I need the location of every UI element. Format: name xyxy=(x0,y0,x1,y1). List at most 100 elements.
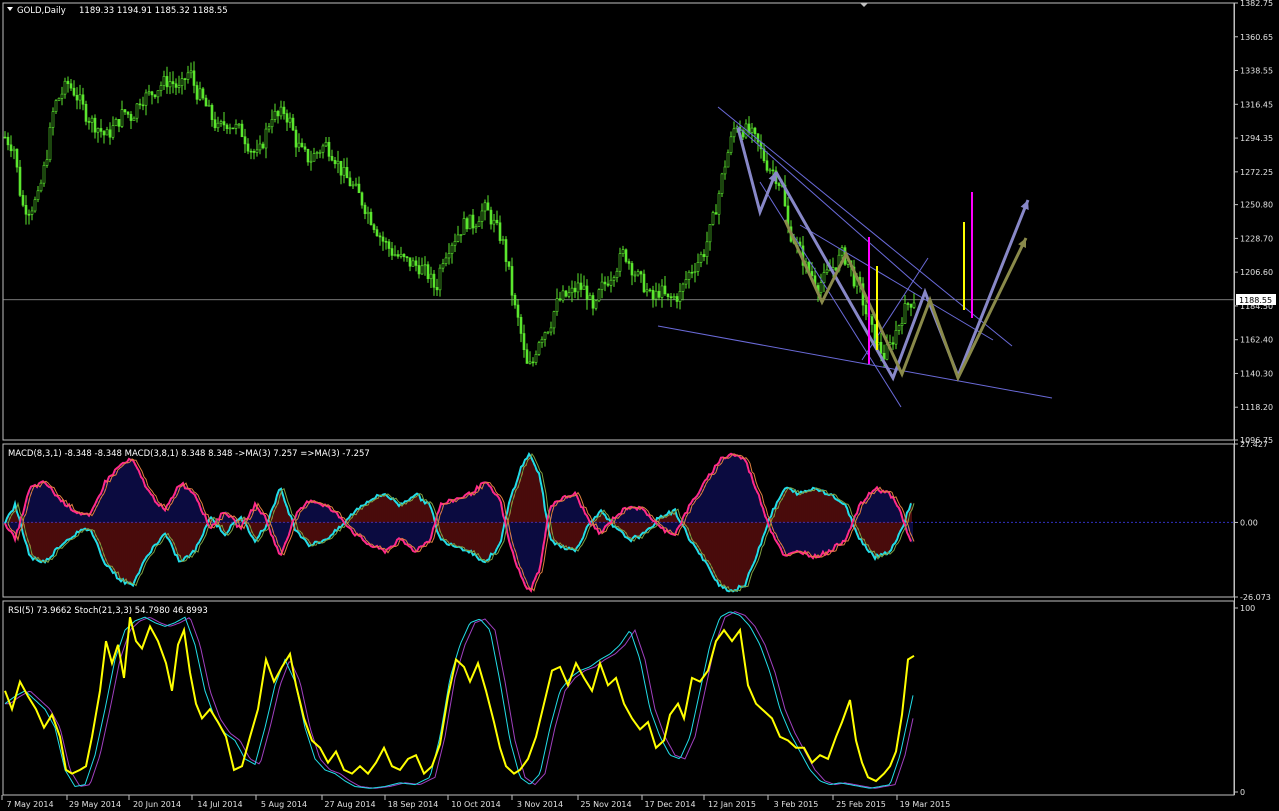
candle-body xyxy=(702,254,706,257)
candle-body xyxy=(456,234,460,242)
candle-body xyxy=(600,281,604,290)
candle-body xyxy=(558,298,562,301)
candle-body xyxy=(621,249,625,254)
candle-body xyxy=(522,333,526,351)
candle-body xyxy=(357,183,361,194)
candle-body xyxy=(114,118,118,127)
chart-canvas[interactable]: 1382.75 1360.65 1338.55 1316.45 1294.35 1272.… xyxy=(0,0,1279,811)
candle-body xyxy=(552,311,556,329)
candle-body xyxy=(453,241,457,246)
candle-body xyxy=(123,109,127,113)
candle-body xyxy=(255,149,259,153)
candle-body xyxy=(87,121,91,123)
shift-marker-icon[interactable] xyxy=(860,3,868,7)
candle-body xyxy=(213,119,217,129)
candle-body xyxy=(420,265,424,275)
candle-body xyxy=(24,204,28,215)
time-tick-label: 25 Nov 2014 xyxy=(580,800,631,809)
candle-body xyxy=(450,244,454,254)
candle-body xyxy=(471,214,475,229)
candle-body xyxy=(909,303,913,308)
candle-body xyxy=(144,92,148,106)
candle-body xyxy=(531,361,535,364)
ohlc-readout: 1189.33 1194.91 1185.32 1188.55 xyxy=(79,6,228,16)
candle-body xyxy=(285,113,289,123)
candle-body xyxy=(732,128,736,138)
candle-body xyxy=(615,270,619,278)
candle-body xyxy=(216,122,220,129)
candle-body xyxy=(333,160,337,165)
candle-body xyxy=(417,265,421,275)
candle-body xyxy=(165,76,169,88)
candle-body xyxy=(690,271,694,274)
candle-body xyxy=(864,304,868,315)
candle-body xyxy=(45,159,49,166)
candle-body xyxy=(912,302,916,308)
channel-lower-line[interactable] xyxy=(657,325,1053,399)
candle-body xyxy=(120,109,124,127)
price-tick-label: 1272.25 xyxy=(1240,168,1273,177)
candle-body xyxy=(372,224,376,230)
candle-body xyxy=(753,127,757,135)
candle-body xyxy=(483,202,487,212)
candle-body xyxy=(768,169,772,172)
candle-body xyxy=(822,272,826,283)
candle-body xyxy=(900,323,904,326)
panel-frame xyxy=(2,600,1235,796)
candle-body xyxy=(435,287,439,291)
candle-body xyxy=(189,70,193,74)
candle-body xyxy=(675,296,679,302)
macd-panel xyxy=(3,451,1234,593)
candle-body xyxy=(180,78,184,86)
candle-body xyxy=(90,117,94,123)
candle-body xyxy=(606,283,610,286)
candle-body xyxy=(387,241,391,249)
candle-body xyxy=(630,263,634,276)
indicator-tick-label: -26.073 xyxy=(1240,593,1271,602)
candle-body xyxy=(186,72,190,80)
time-tick-label: 7 May 2014 xyxy=(6,800,53,809)
price-tick-label: 1118.20 xyxy=(1240,403,1273,412)
time-tick-label: 10 Oct 2014 xyxy=(451,800,500,809)
candle-body xyxy=(294,129,298,148)
candle-body xyxy=(819,282,823,293)
candle-body xyxy=(678,290,682,302)
candle-body xyxy=(573,287,577,293)
candle-body xyxy=(291,117,295,131)
candle-body xyxy=(360,192,364,206)
candle-body xyxy=(576,282,580,293)
candle-body xyxy=(324,141,328,147)
candle-body xyxy=(312,153,316,162)
candle-body xyxy=(339,160,343,176)
candle-body xyxy=(765,160,769,171)
candle-body xyxy=(891,342,895,345)
candle-body xyxy=(432,273,436,288)
candle-body xyxy=(369,211,373,226)
candle-body xyxy=(894,330,898,345)
candle-body xyxy=(315,152,319,154)
candle-body xyxy=(771,169,775,172)
candle-body xyxy=(183,78,187,80)
candle-body xyxy=(105,129,109,136)
candle-body xyxy=(384,240,388,243)
candle-body xyxy=(756,133,760,143)
current-price-label: 1188.55 xyxy=(1239,296,1272,305)
candle-body xyxy=(348,177,352,187)
chart-drawings xyxy=(657,106,1053,408)
candle-body xyxy=(225,124,229,130)
candle-body xyxy=(669,296,673,299)
candle-body xyxy=(39,182,43,192)
candle-body xyxy=(567,292,571,297)
indicator-tick-label: 27.427 xyxy=(1240,440,1268,449)
candle-body xyxy=(648,289,652,292)
candle-body xyxy=(354,183,358,186)
candle-body xyxy=(537,342,541,355)
candle-body xyxy=(639,271,643,275)
wave-arrow-b[interactable] xyxy=(774,171,1030,382)
candle-body xyxy=(825,269,829,273)
time-tick-label: 3 Nov 2014 xyxy=(517,800,563,809)
dropdown-triangle-icon[interactable] xyxy=(7,7,13,11)
wedge-line-1[interactable] xyxy=(759,181,902,408)
candle-body xyxy=(903,303,907,324)
candle-body xyxy=(141,104,145,107)
